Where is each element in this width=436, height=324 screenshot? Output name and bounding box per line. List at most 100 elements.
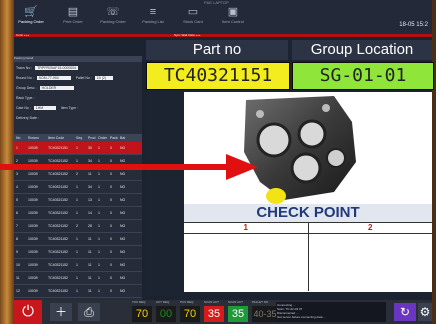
counter-value: 70 xyxy=(180,306,200,322)
field-rack-type: Rack Type : xyxy=(16,96,35,100)
toolbar-item-packing[interactable]: 🛒 Packing Order xyxy=(16,6,46,24)
table-cell: 8 xyxy=(16,237,18,241)
round-no-value[interactable]: SOM-77-904 xyxy=(36,76,71,80)
app-screen: P&E LAPTOP 🛒 Packing Order ▤ Print Order… xyxy=(14,0,434,300)
table-cell: 4 xyxy=(16,185,18,189)
table-cell: 6 xyxy=(16,211,18,215)
red-arrow-annotation xyxy=(0,154,258,180)
group-location-value: SG-01-01 xyxy=(292,62,434,90)
table-cell: TC40321152 xyxy=(48,237,68,241)
table-cell: TC40321152 xyxy=(48,211,68,215)
phone-icon: ☏ xyxy=(106,6,120,18)
checkpoint-col-2: 2 xyxy=(368,223,373,232)
table-row[interactable]: 7 10039 TC40321152 2 28 1 0 NG xyxy=(14,220,142,233)
table-cell: 10039 xyxy=(28,198,38,202)
add-button[interactable]: ＋ xyxy=(50,303,72,321)
table-cell: 1 xyxy=(76,211,78,215)
status-strip: Conn +++ Sync Wait Data +++ xyxy=(14,33,432,37)
table-row[interactable]: 12 10039 TC40321152 1 11 1 0 NG xyxy=(14,285,142,298)
table-cell: TC40321152 xyxy=(48,224,68,228)
window-title: P&E LAPTOP xyxy=(204,0,229,5)
settings-button[interactable]: ⚙ xyxy=(418,303,432,321)
list-icon: ≡ xyxy=(149,6,157,18)
toolbar-label: Item Control xyxy=(222,19,244,24)
table-cell: 34 xyxy=(88,185,92,189)
table-cell: 1 xyxy=(76,185,78,189)
toolbar-item-packing-list[interactable]: ≡ Packing List xyxy=(138,6,168,24)
part-image-panel: CHECK POINT 1 2 xyxy=(184,92,432,292)
group-desc-value[interactable]: HOLDER xyxy=(39,86,74,90)
checkpoint-cell-1 xyxy=(184,233,309,291)
toolbar-item-item-control[interactable]: ▣ Item Control xyxy=(218,6,248,24)
table-cell: TC40321152 xyxy=(48,198,68,202)
table-cell: 1 xyxy=(98,276,100,280)
table-cell: NG xyxy=(120,250,126,254)
table-cell: 11 xyxy=(88,250,92,254)
cate-no-value[interactable]: 1HM xyxy=(33,106,56,110)
table-cell: 1 xyxy=(98,211,100,215)
toolbar-item-packing-order[interactable]: ☏ Packing Order xyxy=(98,6,128,24)
table-row[interactable]: 4 10039 TC40321152 1 34 1 0 NG xyxy=(14,181,142,194)
refresh-button[interactable]: ↻ xyxy=(394,303,416,321)
table-cell: 1 xyxy=(98,289,100,293)
table-cell: 1 xyxy=(98,224,100,228)
box-icon: ▣ xyxy=(227,6,239,18)
power-button[interactable]: ⏻ xyxy=(14,300,42,324)
print-button[interactable]: ⎙ xyxy=(78,303,100,321)
table-cell: 1 xyxy=(98,146,100,150)
table-row[interactable]: 9 10039 TC40321152 1 11 1 0 NG xyxy=(14,246,142,259)
table-cell: NG xyxy=(120,224,126,228)
table-row[interactable]: 11 10039 TC40321152 1 11 1 0 NG xyxy=(14,272,142,285)
table-cell: TC40321152 xyxy=(48,276,68,280)
table-cell: 12 xyxy=(16,289,20,293)
table-cell: 1 xyxy=(76,237,78,241)
bore-hole xyxy=(297,119,327,149)
table-cell: 1 xyxy=(76,250,78,254)
checkpoint-title: CHECK POINT xyxy=(184,204,432,222)
table-cell: 1 xyxy=(98,198,100,202)
table-row[interactable]: 5 10039 TC40321152 1 13 1 0 NG xyxy=(14,194,142,207)
table-cell: 2 xyxy=(76,224,78,228)
table-cell: 7 xyxy=(16,224,18,228)
photo-frame: P&E LAPTOP 🛒 Packing Order ▤ Print Order… xyxy=(0,0,436,324)
message-log: Connecting ... Scan: TC-02-03 07 Disconn… xyxy=(276,302,386,322)
table-cell: 1 xyxy=(98,237,100,241)
counter-value: 40-35 xyxy=(252,306,278,322)
right-strip xyxy=(432,0,436,324)
table-cell: 10039 xyxy=(28,237,38,241)
table-row[interactable]: 10 10039 TC40321152 1 11 1 0 NG xyxy=(14,259,142,272)
document-icon: ▤ xyxy=(67,6,79,18)
refresh-icon: ↻ xyxy=(399,305,411,319)
table-cell: NG xyxy=(120,289,126,293)
table-cell: 0 xyxy=(110,263,112,267)
table-cell: 10 xyxy=(16,263,20,267)
pallet-no-value[interactable]: 10 (2) xyxy=(94,76,113,80)
table-cell: 28 xyxy=(88,224,92,228)
toolbar-label: Stock Card xyxy=(183,19,203,24)
trans-no-value[interactable]: TRPPR05AF15-0000004 xyxy=(35,66,79,70)
checkpoint-marker xyxy=(266,188,286,204)
group-location-label: Group Location xyxy=(292,40,432,60)
table-cell: TC40321152 xyxy=(48,289,68,293)
field-group-desc: Group Desc : HOLDER xyxy=(16,86,74,90)
table-cell: 0 xyxy=(110,237,112,241)
order-panel-header: Packing Detail xyxy=(14,56,142,62)
table-cell: 0 xyxy=(110,276,112,280)
table-cell: 1 xyxy=(98,250,100,254)
toolbar-item-stock-card[interactable]: ▭ Stock Card xyxy=(178,6,208,24)
toolbar-label: Packing Order xyxy=(100,19,126,24)
table-cell: 10039 xyxy=(28,289,38,293)
table-cell: NG xyxy=(120,211,126,215)
table-cell: 9 xyxy=(16,250,18,254)
bore-hole xyxy=(290,152,322,184)
checkpoint-cell-2 xyxy=(309,233,433,291)
table-row[interactable]: 8 10039 TC40321152 1 11 1 0 NG xyxy=(14,233,142,246)
table-row[interactable]: 6 10039 TC40321152 1 14 1 0 NG xyxy=(14,207,142,220)
plus-icon: ＋ xyxy=(54,305,67,319)
toolbar-item-print-order[interactable]: ▤ Print Order xyxy=(58,6,88,24)
table-cell: 11 xyxy=(88,289,92,293)
table-cell: 14 xyxy=(88,211,92,215)
table-cell: NG xyxy=(120,198,126,202)
table-cell: 0 xyxy=(110,146,112,150)
table-cell: 10039 xyxy=(28,185,38,189)
